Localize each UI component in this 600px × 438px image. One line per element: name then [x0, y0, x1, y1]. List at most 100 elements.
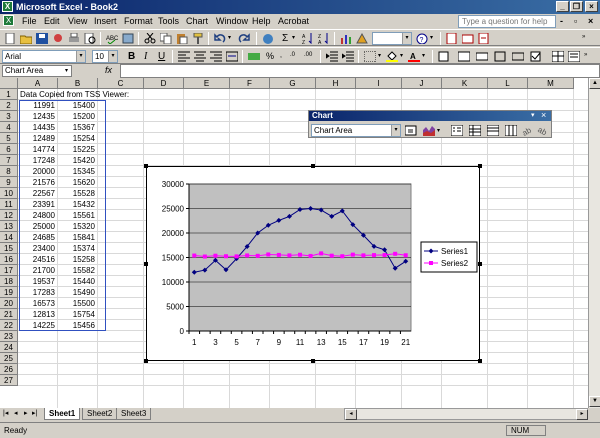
- increase-indent-icon[interactable]: [342, 51, 354, 62]
- new-icon[interactable]: [4, 33, 16, 44]
- vertical-scrollbar[interactable]: ▲ ▼: [588, 78, 600, 408]
- menu-edit[interactable]: Edit: [44, 16, 60, 26]
- menu-acrobat[interactable]: Acrobat: [278, 16, 309, 26]
- undo-icon[interactable]: [214, 33, 226, 44]
- borders-dropdown-icon[interactable]: ▾: [378, 52, 381, 59]
- comma-style-icon[interactable]: ,: [280, 52, 282, 59]
- menu-file[interactable]: File: [22, 16, 37, 26]
- angle-down-icon[interactable]: ab: [521, 125, 533, 136]
- column-header[interactable]: H: [316, 78, 356, 89]
- permission-icon[interactable]: [52, 33, 64, 44]
- menu-window[interactable]: Window: [216, 16, 248, 26]
- column-header[interactable]: E: [184, 78, 230, 89]
- spelling-icon[interactable]: ABC: [106, 33, 118, 44]
- menu-chart[interactable]: Chart: [186, 16, 208, 26]
- align-left-icon[interactable]: [178, 51, 190, 62]
- row-header[interactable]: 5: [0, 133, 18, 144]
- forms-button-icon[interactable]: [512, 51, 524, 62]
- menu-view[interactable]: View: [68, 16, 87, 26]
- forms-textbox-icon[interactable]: [476, 51, 488, 62]
- row-header[interactable]: 27: [0, 375, 18, 386]
- redo-icon[interactable]: [238, 33, 250, 44]
- column-header[interactable]: K: [442, 78, 488, 89]
- row-header[interactable]: 8: [0, 166, 18, 177]
- row-header[interactable]: 21: [0, 309, 18, 320]
- first-sheet-icon[interactable]: |◂: [3, 409, 8, 417]
- help-icon[interactable]: ?: [416, 33, 428, 44]
- autosum-icon[interactable]: Σ: [282, 33, 288, 44]
- row-header[interactable]: 15: [0, 243, 18, 254]
- borders-icon[interactable]: [364, 51, 376, 62]
- forms-checkmark-icon[interactable]: [530, 51, 542, 62]
- row-header[interactable]: 11: [0, 199, 18, 210]
- restore-button[interactable]: ❐: [570, 1, 583, 12]
- copy-icon[interactable]: [160, 33, 172, 44]
- doc-restore-button[interactable]: ▫: [574, 16, 577, 26]
- chart-resize-handle[interactable]: [144, 262, 148, 266]
- chart-toolbar-close-icon[interactable]: ×: [541, 110, 546, 120]
- print-preview-icon[interactable]: [84, 33, 96, 44]
- row-header[interactable]: 26: [0, 364, 18, 375]
- merge-center-icon[interactable]: [226, 51, 238, 62]
- row-header[interactable]: 10: [0, 188, 18, 199]
- help-search-input[interactable]: Type a question for help: [458, 15, 556, 28]
- row-header[interactable]: 25: [0, 353, 18, 364]
- column-header[interactable]: G: [270, 78, 316, 89]
- column-header[interactable]: J: [402, 78, 442, 89]
- scroll-up-icon[interactable]: ▲: [589, 78, 600, 89]
- row-header[interactable]: 12: [0, 210, 18, 221]
- format-chart-area-icon[interactable]: [405, 125, 417, 136]
- save-icon[interactable]: [36, 33, 48, 44]
- forms-properties-icon[interactable]: [568, 51, 580, 62]
- menu-format[interactable]: Format: [124, 16, 153, 26]
- drawing-icon[interactable]: [356, 33, 368, 44]
- cut-icon[interactable]: [144, 33, 156, 44]
- column-header[interactable]: L: [488, 78, 528, 89]
- chart-type-icon[interactable]: [423, 125, 435, 136]
- tab-sheet1[interactable]: Sheet1: [44, 408, 81, 420]
- next-sheet-icon[interactable]: ▸: [24, 409, 28, 417]
- column-header[interactable]: F: [230, 78, 270, 89]
- align-right-icon[interactable]: [210, 51, 222, 62]
- chart-resize-handle[interactable]: [478, 164, 482, 168]
- last-sheet-icon[interactable]: ▸|: [32, 409, 37, 417]
- autosum-dropdown-icon[interactable]: ▾: [292, 34, 295, 41]
- pdf-email-icon[interactable]: [462, 33, 474, 44]
- menu-help[interactable]: Help: [252, 16, 271, 26]
- column-header[interactable]: B: [58, 78, 98, 89]
- scroll-left-icon[interactable]: ◂: [345, 409, 357, 420]
- close-button[interactable]: ×: [585, 1, 598, 12]
- row-header[interactable]: 4: [0, 122, 18, 133]
- chart-toolbar-title[interactable]: Chart: [309, 111, 551, 121]
- angle-up-icon[interactable]: ab: [537, 125, 549, 136]
- forms-checkbox-icon[interactable]: [438, 51, 450, 62]
- research-icon[interactable]: [122, 33, 134, 44]
- column-header[interactable]: D: [144, 78, 184, 89]
- chart-objects-combo[interactable]: Chart Area ▾: [311, 124, 401, 137]
- convert-pdf-icon[interactable]: [446, 33, 458, 44]
- row-header[interactable]: 9: [0, 177, 18, 188]
- paste-icon[interactable]: [176, 33, 188, 44]
- row-header[interactable]: 16: [0, 254, 18, 265]
- hyperlink-icon[interactable]: [262, 33, 274, 44]
- workbook-icon[interactable]: X: [3, 15, 14, 26]
- forms-grid-icon[interactable]: [552, 51, 564, 62]
- row-header[interactable]: 6: [0, 144, 18, 155]
- horizontal-scrollbar[interactable]: ◂ ▸: [344, 408, 588, 420]
- print-icon[interactable]: [68, 33, 80, 44]
- select-all-corner[interactable]: [0, 78, 18, 89]
- row-header[interactable]: 17: [0, 265, 18, 276]
- chart-resize-handle[interactable]: [311, 359, 315, 363]
- name-box[interactable]: Chart Area ▾: [2, 65, 72, 77]
- undo-dropdown-icon[interactable]: ▾: [228, 34, 231, 41]
- formula-input[interactable]: [120, 64, 600, 78]
- font-color-icon[interactable]: A: [408, 51, 420, 62]
- chart-toolbar-dropdown-icon[interactable]: ▾: [531, 111, 535, 119]
- insert-function-icon[interactable]: fx: [105, 65, 112, 75]
- prev-sheet-icon[interactable]: ◂: [14, 409, 18, 417]
- data-table-icon[interactable]: [469, 125, 481, 136]
- decrease-indent-icon[interactable]: [326, 51, 338, 62]
- by-row-icon[interactable]: [487, 125, 499, 136]
- format-options-icon[interactable]: »: [584, 52, 587, 58]
- row-header[interactable]: 1: [0, 89, 18, 100]
